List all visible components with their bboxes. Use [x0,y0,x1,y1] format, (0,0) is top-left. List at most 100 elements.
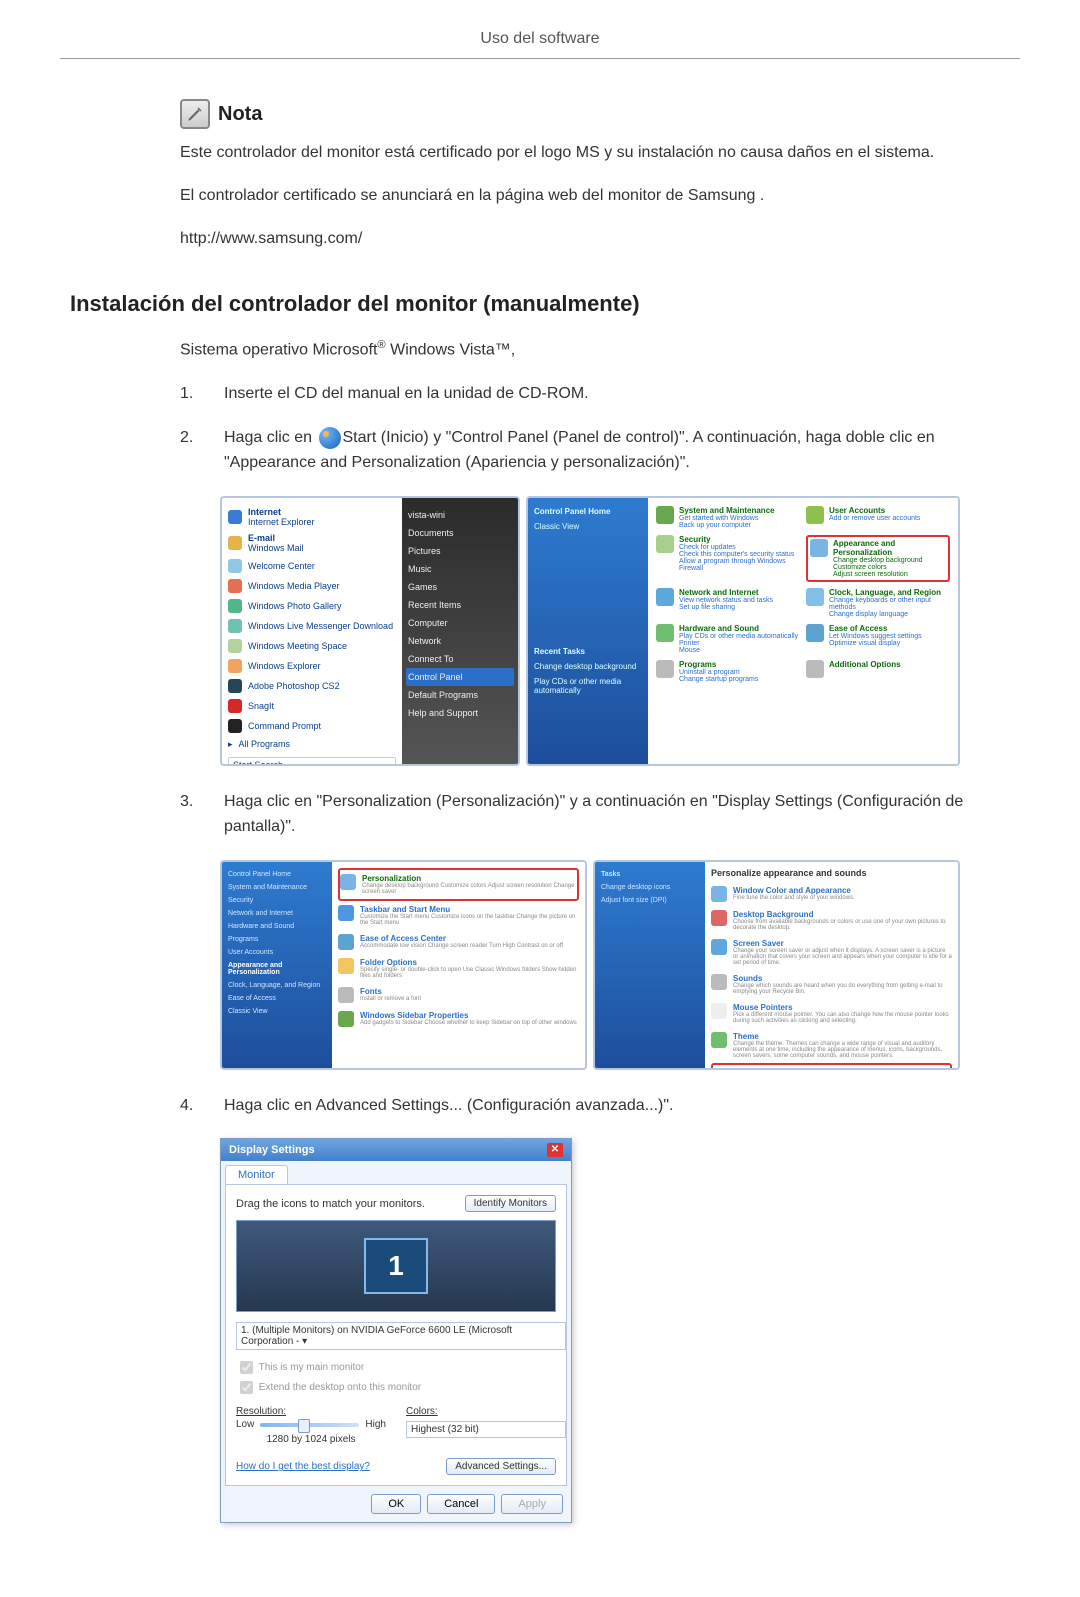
pers-left-item[interactable]: Programs [228,933,326,946]
advanced-settings-button[interactable]: Advanced Settings... [446,1458,556,1475]
checkbox-main-monitor: This is my main monitor [236,1358,556,1377]
cp-item-ease[interactable]: Ease of AccessLet Windows suggest settin… [806,624,950,654]
pers-left-item[interactable]: Control Panel Home [228,868,326,881]
step-text: Haga clic en Advanced Settings... (Confi… [224,1094,980,1119]
step-text: Haga clic en "Personalization (Personali… [224,790,980,840]
start-right-music[interactable]: Music [406,560,514,578]
monitor-1[interactable]: 1 [364,1238,428,1294]
pers2-item-screensaver[interactable]: Screen SaverChange your screen saver or … [711,935,952,970]
start-right-pictures[interactable]: Pictures [406,542,514,560]
best-display-link[interactable]: How do I get the best display? [236,1461,370,1472]
start-orb-icon [319,427,341,449]
pers-left-item[interactable]: Ease of Access [228,992,326,1005]
checkbox-extend-desktop: Extend the desktop onto this monitor [236,1378,556,1397]
monitor-dropdown[interactable]: 1. (Multiple Monitors) on NVIDIA GeForce… [236,1322,566,1350]
start-item-allprograms[interactable]: ▸All Programs [228,736,396,753]
pers2-item-sounds[interactable]: SoundsChange which sounds are heard when… [711,970,952,999]
cp-recent-task[interactable]: Change desktop background [534,659,642,674]
start-right-default[interactable]: Default Programs [406,686,514,704]
personalization-window: Tasks Change desktop icons Adjust font s… [593,860,960,1070]
cp-item-appearance[interactable]: Appearance and PersonalizationChange des… [806,535,950,582]
start-item-live[interactable]: Windows Live Messenger Download [228,616,396,636]
pers2-tasks-header: Tasks [601,868,699,881]
pers2-item-theme[interactable]: ThemeChange the theme. Themes can change… [711,1028,952,1063]
start-item-cmd[interactable]: Command Prompt [228,716,396,736]
start-item-ie[interactable]: InternetInternet Explorer [228,504,396,530]
drag-hint: Drag the icons to match your monitors. [236,1198,425,1210]
pers2-item-display[interactable]: Display SettingsAdjust your monitor reso… [711,1063,952,1070]
pers-item-personalization[interactable]: PersonalizationChange desktop background… [338,868,579,901]
pers-item-taskbar[interactable]: Taskbar and Start MenuCustomize the Star… [338,901,579,930]
start-right-games[interactable]: Games [406,578,514,596]
pers-left-item[interactable]: Hardware and Sound [228,920,326,933]
cancel-button[interactable]: Cancel [427,1494,495,1514]
pers2-task[interactable]: Change desktop icons [601,881,699,894]
note-paragraph-1: Este controlador del monitor está certif… [180,141,980,166]
step-2: 2. Haga clic en Start (Inicio) y "Contro… [180,426,980,476]
cp-home[interactable]: Control Panel Home [534,504,642,519]
pers-left-item[interactable]: User Accounts [228,946,326,959]
pers2-item-background[interactable]: Desktop BackgroundChoose from available … [711,906,952,935]
pers-item-sidebar[interactable]: Windows Sidebar PropertiesAdd gadgets to… [338,1007,579,1031]
start-item-snagit[interactable]: SnagIt [228,696,396,716]
pers-left-item[interactable]: System and Maintenance [228,881,326,894]
start-item-wmp[interactable]: Windows Media Player [228,576,396,596]
cp-item-hardware[interactable]: Hardware and SoundPlay CDs or other medi… [656,624,800,654]
identify-monitors-button[interactable]: Identify Monitors [465,1195,556,1212]
resolution-slider[interactable] [260,1423,359,1427]
monitor-preview[interactable]: 1 [236,1220,556,1312]
start-item-photoshop[interactable]: Adobe Photoshop CS2 [228,676,396,696]
note-paragraph-2: El controlador certificado se anunciará … [180,184,980,209]
pers-item-ease[interactable]: Ease of Access CenterAccommodate low vis… [338,930,579,954]
note-icon [180,99,210,129]
display-settings-dialog: Display Settings ✕ Monitor Drag the icon… [220,1138,572,1523]
pers-left-item-appearance[interactable]: Appearance and Personalization [228,959,326,979]
pers-left-item[interactable]: Classic View [228,1005,326,1018]
cp-item-programs[interactable]: ProgramsUninstall a programChange startu… [656,660,800,683]
step-number: 3. [180,790,204,840]
screenshot-start-controlpanel: InternetInternet Explorer E-mailWindows … [220,496,960,766]
pers2-task[interactable]: Adjust font size (DPI) [601,894,699,907]
tab-monitor[interactable]: Monitor [225,1165,288,1184]
colors-dropdown[interactable]: Highest (32 bit) [406,1421,566,1438]
ok-button[interactable]: OK [371,1494,421,1514]
step-number: 1. [180,382,204,407]
start-item-photo[interactable]: Windows Photo Gallery [228,596,396,616]
close-icon[interactable]: ✕ [547,1143,563,1157]
start-right-help[interactable]: Help and Support [406,704,514,722]
start-menu-window: InternetInternet Explorer E-mailWindows … [220,496,520,766]
start-item-explorer[interactable]: Windows Explorer [228,656,396,676]
cp-item-security[interactable]: SecurityCheck for updatesCheck this comp… [656,535,800,582]
start-right-connect[interactable]: Connect To [406,650,514,668]
step-1: 1. Inserte el CD del manual en la unidad… [180,382,980,407]
pers-item-folder[interactable]: Folder OptionsSpecify single- or double-… [338,954,579,983]
note-url: http://www.samsung.com/ [180,227,980,252]
start-right-network[interactable]: Network [406,632,514,650]
pers-item-fonts[interactable]: FontsInstall or remove a font [338,983,579,1007]
pers2-item-mouse[interactable]: Mouse PointersPick a different mouse poi… [711,999,952,1028]
start-right-documents[interactable]: Documents [406,524,514,542]
start-right-computer[interactable]: Computer [406,614,514,632]
apply-button: Apply [501,1494,563,1514]
start-right-controlpanel[interactable]: Control Panel [406,668,514,686]
cp-item-clock[interactable]: Clock, Language, and RegionChange keyboa… [806,588,950,618]
cp-classic[interactable]: Classic View [534,519,642,534]
cp-recent-header: Recent Tasks [534,644,642,659]
start-item-meeting[interactable]: Windows Meeting Space [228,636,396,656]
step-4: 4. Haga clic en Advanced Settings... (Co… [180,1094,980,1119]
pers-left-item[interactable]: Clock, Language, and Region [228,979,326,992]
start-item-welcome[interactable]: Welcome Center [228,556,396,576]
cp-item-system[interactable]: System and MaintenanceGet started with W… [656,506,800,529]
dialog-title: Display Settings [229,1144,315,1156]
cp-item-user[interactable]: User AccountsAdd or remove user accounts [806,506,950,529]
start-search[interactable]: Start Search [228,757,396,766]
cp-recent-task[interactable]: Play CDs or other media automatically [534,674,642,698]
pers2-item-color[interactable]: Window Color and AppearanceFine tune the… [711,882,952,906]
pers-left-item[interactable]: Security [228,894,326,907]
cp-item-network[interactable]: Network and InternetView network status … [656,588,800,618]
start-right-recent[interactable]: Recent Items [406,596,514,614]
pers-left-item[interactable]: Network and Internet [228,907,326,920]
colors-label: Colors: [406,1406,438,1417]
cp-item-additional[interactable]: Additional Options [806,660,950,683]
start-item-email[interactable]: E-mailWindows Mail [228,530,396,556]
